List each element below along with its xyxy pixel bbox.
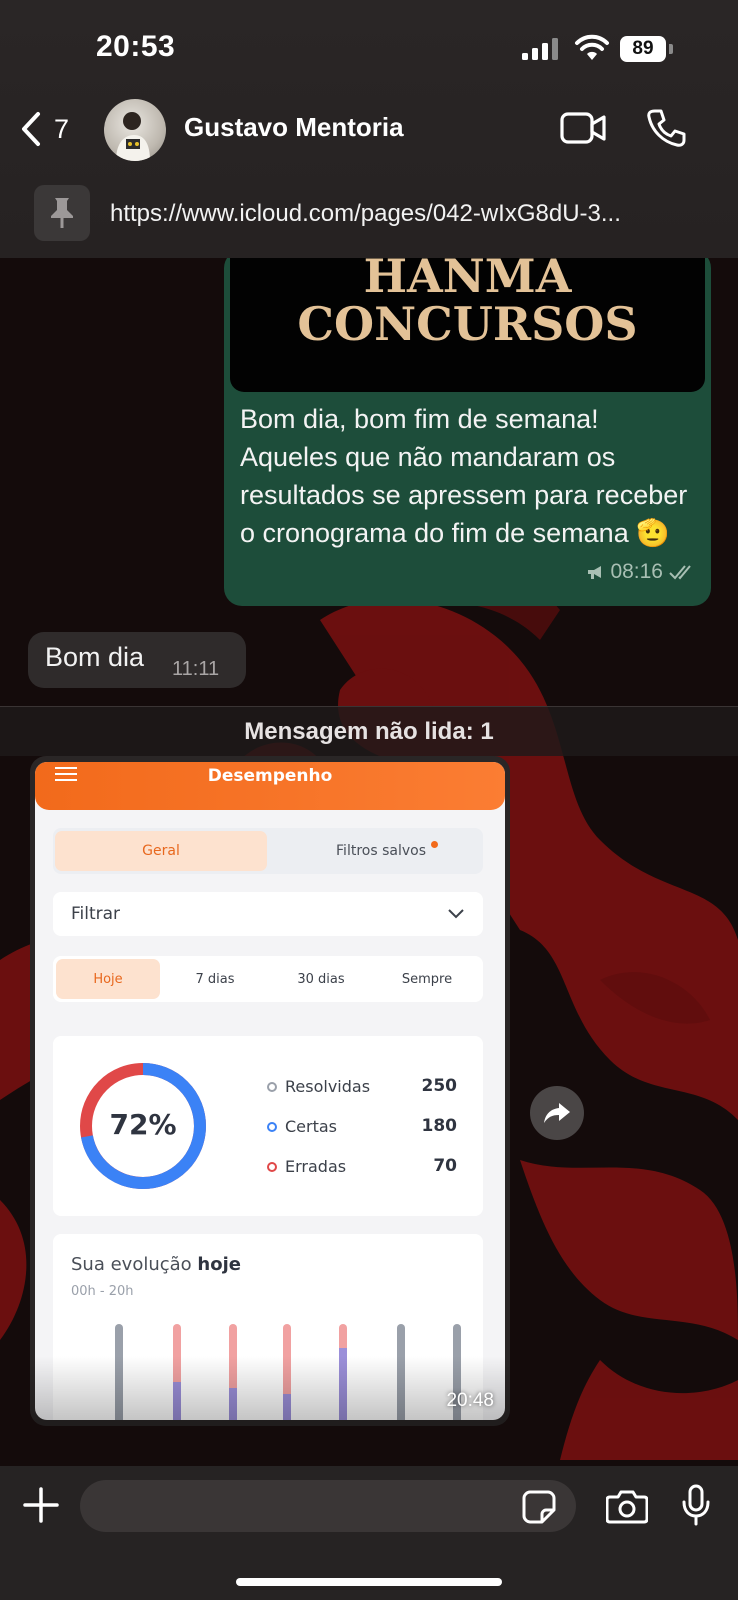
stat-value: 250 [421, 1076, 458, 1096]
screenshot-header: Desempenho [35, 762, 505, 810]
period-selector: Hoje 7 dias 30 dias Sempre [53, 956, 483, 1002]
wifi-icon [575, 34, 609, 60]
incoming-message[interactable]: Bom dia 11:11 [28, 632, 246, 688]
double-check-icon [669, 565, 691, 580]
tab-filtros-salvos: Filtros salvos [336, 843, 426, 859]
unread-messages-divider: Mensagem não lida: 1 [0, 706, 738, 756]
battery-indicator: 89 [620, 36, 666, 62]
image-message[interactable]: Desempenho Geral Filtros salvos Filtrar … [30, 756, 510, 1426]
hanma-concursos-poster: HANMA CONCURSOS [230, 250, 705, 392]
period-30-dias: 30 dias [297, 971, 345, 987]
pinned-url: https://www.icloud.com/pages/042-wIxG8dU… [110, 200, 621, 227]
forward-button[interactable] [530, 1086, 584, 1140]
period-7-dias: 7 dias [195, 971, 235, 987]
pin-icon [34, 185, 90, 241]
stat-certas: Certas 180 [267, 1116, 463, 1140]
camera-icon[interactable] [606, 1488, 648, 1524]
erradas-dot-icon [267, 1162, 277, 1172]
performance-screenshot: Desempenho Geral Filtros salvos Filtrar … [35, 762, 505, 1420]
evolution-range: 00h - 20h [71, 1284, 134, 1299]
stat-value: 180 [421, 1116, 458, 1136]
plus-icon[interactable] [22, 1486, 60, 1524]
stat-value: 70 [433, 1156, 457, 1176]
chevron-down-icon [448, 909, 464, 919]
filter-label: Filtrar [71, 904, 121, 924]
contact-avatar[interactable] [104, 99, 166, 161]
message-composer [0, 1466, 738, 1600]
screenshot-title: Desempenho [207, 766, 333, 786]
evolution-title: Sua evolução hoje [71, 1254, 241, 1275]
avatar-photo-icon [116, 112, 150, 161]
home-indicator [236, 1578, 502, 1586]
incoming-message-time: 11:11 [172, 658, 220, 680]
certas-dot-icon [267, 1122, 277, 1132]
outgoing-message-meta: 08:16 [586, 560, 697, 584]
battery-tip [669, 44, 673, 54]
outgoing-message-text: Bom dia, bom fim de semana! Aqueles que … [240, 404, 688, 548]
incoming-message-text: Bom dia [45, 642, 145, 672]
screenshot-filter: Filtrar [53, 892, 483, 936]
stats-card: 72% Resolvidas 250 Certas 180 Erradas 70 [53, 1036, 483, 1216]
evolution-prefix: Sua evolução [71, 1254, 198, 1275]
outgoing-message[interactable]: HANMA CONCURSOS Bom dia, bom fim de sema… [224, 250, 711, 606]
forward-arrow-icon [544, 1103, 570, 1123]
evolution-bold: hoje [197, 1254, 241, 1275]
pinned-message-bar[interactable]: https://www.icloud.com/pages/042-wIxG8dU… [0, 178, 738, 258]
poster-line-1: HANMA [363, 250, 572, 303]
poster-line-2: CONCURSOS [297, 297, 638, 351]
cellular-signal-icon [522, 38, 558, 60]
top-bar: 20:53 89 7 Gustavo Mentoria https://www.… [0, 0, 738, 258]
screenshot-tabs: Geral Filtros salvos [53, 828, 483, 874]
message-input[interactable] [80, 1480, 576, 1532]
contact-name[interactable]: Gustavo Mentoria [184, 112, 404, 143]
resolvidas-dot-icon [267, 1082, 277, 1092]
image-message-time: 20:48 [446, 1390, 494, 1411]
accuracy-percent: 72% [109, 1108, 177, 1141]
tab-geral: Geral [55, 831, 267, 871]
broadcast-icon [588, 566, 602, 579]
stat-resolvidas: Resolvidas 250 [267, 1076, 463, 1100]
phone-call-icon[interactable] [646, 108, 686, 148]
period-sempre: Sempre [401, 971, 453, 987]
image-shade [30, 1356, 510, 1426]
outgoing-message-time: 08:16 [610, 560, 663, 583]
video-call-icon[interactable] [560, 110, 606, 146]
chat-area: HANMA CONCURSOS Bom dia, bom fim de sema… [0, 250, 738, 1466]
notification-dot [431, 841, 438, 848]
sticker-icon[interactable] [522, 1490, 556, 1524]
stat-label: Resolvidas [285, 1077, 371, 1096]
stat-erradas: Erradas 70 [267, 1156, 463, 1180]
period-hoje: Hoje [56, 959, 160, 999]
chevron-left-icon [22, 112, 40, 146]
unread-chats-count: 7 [54, 113, 70, 144]
stat-label: Certas [285, 1117, 338, 1136]
status-time: 20:53 [96, 30, 176, 63]
microphone-icon[interactable] [682, 1484, 710, 1526]
back-button[interactable]: 7 [18, 104, 69, 154]
stat-label: Erradas [285, 1157, 347, 1176]
